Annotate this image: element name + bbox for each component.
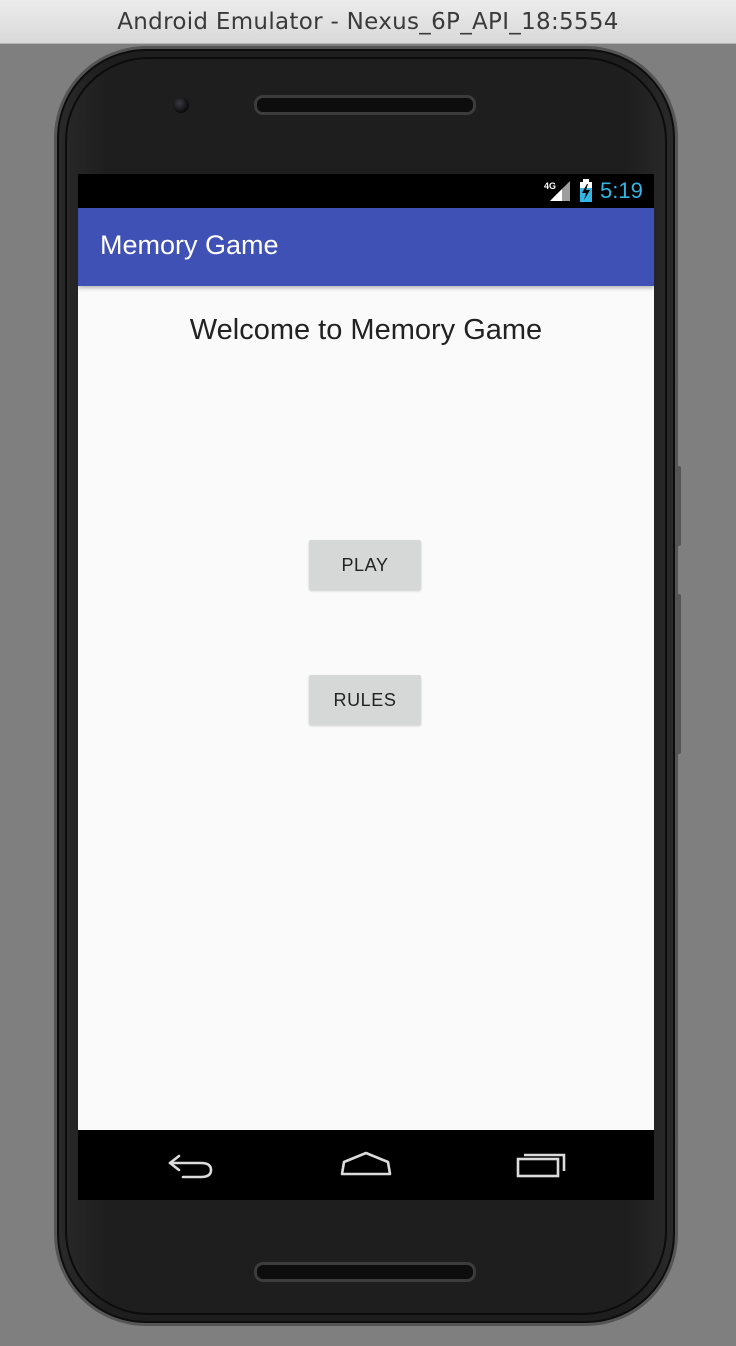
home-button[interactable] (326, 1142, 406, 1188)
back-button[interactable] (150, 1142, 230, 1188)
welcome-heading: Welcome to Memory Game (189, 314, 543, 346)
main-content: Welcome to Memory Game PLAY RULES (78, 286, 654, 1130)
recent-apps-icon (516, 1153, 566, 1178)
status-bar: 4G 5:19 (78, 174, 654, 208)
top-speaker (254, 95, 476, 115)
back-arrow-icon (168, 1154, 213, 1179)
home-icon (340, 1151, 392, 1176)
network-type-label: 4G (544, 181, 556, 191)
bottom-speaker (254, 1262, 476, 1282)
navigation-bar (78, 1130, 654, 1200)
status-time: 5:19 (600, 178, 643, 203)
emulator-window-titlebar[interactable]: Android Emulator - Nexus_6P_API_18:5554 (0, 0, 736, 44)
app-bar: Memory Game (78, 208, 654, 286)
app-title: Memory Game (100, 230, 279, 260)
cellular-signal-icon: 4G (544, 181, 570, 201)
rules-button[interactable]: RULES (309, 675, 421, 725)
device-screen: 4G 5:19 Memory Game Welcome to Memory Ga… (78, 174, 654, 1200)
front-camera (173, 97, 189, 113)
window-title: Android Emulator - Nexus_6P_API_18:5554 (117, 8, 619, 35)
play-button[interactable]: PLAY (309, 540, 421, 590)
recent-apps-button[interactable] (502, 1142, 582, 1188)
battery-charging-icon (580, 179, 592, 202)
power-button[interactable] (677, 466, 681, 546)
volume-button[interactable] (677, 594, 681, 754)
